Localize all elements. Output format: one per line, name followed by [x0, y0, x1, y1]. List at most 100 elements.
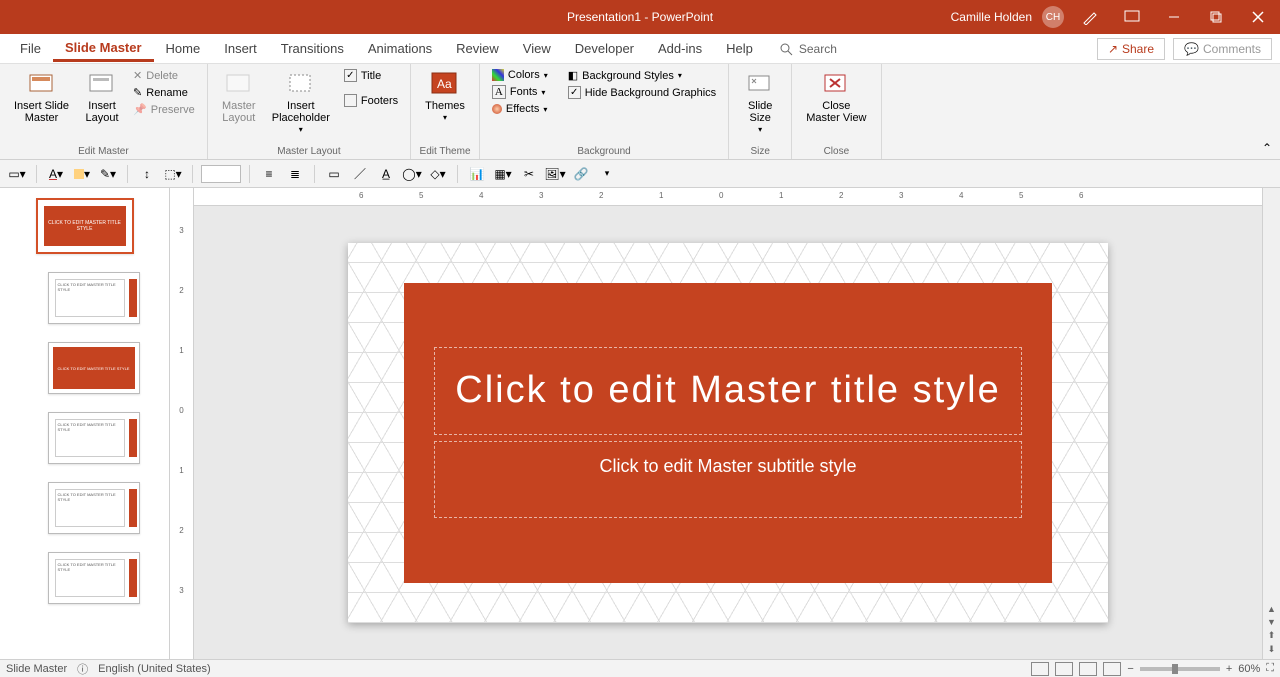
- vruler-tick: 2: [170, 286, 193, 295]
- zoom-in-button[interactable]: +: [1226, 663, 1232, 675]
- master-title-placeholder[interactable]: Click to edit Master title style: [434, 347, 1022, 435]
- font-color-button[interactable]: A▾: [45, 164, 67, 184]
- tab-developer[interactable]: Developer: [563, 37, 646, 60]
- align-menu[interactable]: ▭▾: [6, 164, 28, 184]
- insert-placeholder-button[interactable]: Insert Placeholder▾: [266, 68, 336, 137]
- thumb-layout-3[interactable]: CLICK TO EDIT MASTER TITLE STYLE: [48, 412, 140, 464]
- vertical-scrollbar[interactable]: ▲ ▼ ⬆ ⬇: [1262, 188, 1280, 659]
- tell-me-search[interactable]: Search: [779, 42, 837, 56]
- tab-home[interactable]: Home: [154, 37, 213, 60]
- maximize-icon[interactable]: [1200, 0, 1232, 34]
- tab-addins[interactable]: Add-ins: [646, 37, 714, 60]
- placeholder-icon: [285, 70, 317, 98]
- table-icon[interactable]: ▦▾: [492, 164, 514, 184]
- sort-button[interactable]: ↕: [136, 164, 158, 184]
- thumbnail-panel[interactable]: CLICK TO EDIT MASTER TITLE STYLE CLICK T…: [0, 188, 170, 659]
- insert-slide-master-button[interactable]: Insert Slide Master: [8, 68, 75, 126]
- comments-button[interactable]: 💬Comments: [1173, 38, 1272, 60]
- spell-check-icon[interactable]: ⓘ: [77, 661, 88, 677]
- bg-styles-icon: ◧: [568, 69, 578, 82]
- close-icon[interactable]: [1242, 0, 1274, 34]
- textbox-icon[interactable]: A̲: [375, 164, 397, 184]
- effects-icon: [492, 104, 502, 114]
- rectangle-icon[interactable]: ▭: [323, 164, 345, 184]
- normal-view-button[interactable]: [1031, 662, 1049, 676]
- hide-bg-checkbox[interactable]: Hide Background Graphics: [564, 85, 720, 100]
- themes-button[interactable]: Aa Themes▾: [419, 68, 471, 125]
- group-edit-master-label: Edit Master: [8, 144, 199, 157]
- thumb-layout-4[interactable]: CLICK TO EDIT MASTER TITLE STYLE: [48, 482, 140, 534]
- zoom-out-button[interactable]: −: [1127, 663, 1133, 675]
- avatar[interactable]: CH: [1042, 6, 1064, 28]
- tab-animations[interactable]: Animations: [356, 37, 444, 60]
- thumb-master[interactable]: CLICK TO EDIT MASTER TITLE STYLE: [36, 198, 134, 254]
- tab-insert[interactable]: Insert: [212, 37, 269, 60]
- minimize-icon[interactable]: [1158, 0, 1190, 34]
- group-close-label: Close: [800, 144, 872, 157]
- slide-master-preview[interactable]: Click to edit Master title style Click t…: [348, 243, 1108, 623]
- chart-icon[interactable]: 📊: [466, 164, 488, 184]
- tools-icon[interactable]: ✂: [518, 164, 540, 184]
- reading-view-button[interactable]: [1079, 662, 1097, 676]
- hruler-tick: 1: [779, 191, 783, 200]
- zoom-percent[interactable]: 60%: [1238, 663, 1260, 675]
- pen-icon[interactable]: [1074, 0, 1106, 34]
- preserve-button: 📌Preserve: [129, 102, 199, 117]
- close-master-view-button[interactable]: Close Master View: [800, 68, 872, 126]
- align-left-icon[interactable]: ≡: [258, 164, 280, 184]
- insert-placeholder-label: Insert Placeholder: [272, 100, 330, 124]
- tab-view[interactable]: View: [511, 37, 563, 60]
- fit-to-window-button[interactable]: ⛶: [1266, 662, 1274, 675]
- share-button[interactable]: ↗Share: [1097, 38, 1165, 60]
- picture-icon[interactable]: 🖼▾: [544, 164, 566, 184]
- thumb-layout-1[interactable]: CLICK TO EDIT MASTER TITLE STYLE: [48, 272, 140, 324]
- link-icon[interactable]: 🔗: [570, 164, 592, 184]
- layout-icon: [86, 70, 118, 98]
- collapse-ribbon-icon[interactable]: ⌃: [1262, 141, 1272, 155]
- fonts-button[interactable]: AFonts▾: [488, 84, 552, 100]
- zoom-slider[interactable]: [1140, 667, 1220, 671]
- slideshow-view-button[interactable]: [1103, 662, 1121, 676]
- title-checkbox[interactable]: Title: [340, 68, 402, 83]
- size-combo[interactable]: [201, 165, 241, 183]
- tab-file[interactable]: File: [8, 37, 53, 60]
- status-language[interactable]: English (United States): [98, 663, 211, 675]
- display-options-icon[interactable]: [1116, 0, 1148, 34]
- bg-styles-button[interactable]: ◧Background Styles▾: [564, 68, 720, 83]
- tab-review[interactable]: Review: [444, 37, 511, 60]
- shapes-icon[interactable]: ◯▾: [401, 164, 423, 184]
- sorter-view-button[interactable]: [1055, 662, 1073, 676]
- align-center-icon[interactable]: ≣: [284, 164, 306, 184]
- shape-outline-button[interactable]: ✎▾: [97, 164, 119, 184]
- delete-button: ✕Delete: [129, 68, 199, 83]
- next-slide-icon[interactable]: ⬇: [1268, 644, 1276, 655]
- master-subtitle-placeholder[interactable]: Click to edit Master subtitle style: [434, 441, 1022, 518]
- scroll-up-icon[interactable]: ▲: [1267, 604, 1276, 614]
- tab-transitions[interactable]: Transitions: [269, 37, 356, 60]
- thumb-layout-5[interactable]: CLICK TO EDIT MASTER TITLE STYLE: [48, 552, 140, 604]
- shape-fill-button[interactable]: ▾: [71, 164, 93, 184]
- effects-button[interactable]: Effects▾: [488, 102, 552, 116]
- checkbox-icon: [568, 86, 581, 99]
- user-name[interactable]: Camille Holden: [951, 10, 1032, 24]
- hruler-tick: 2: [599, 191, 603, 200]
- prev-slide-icon[interactable]: ⬆: [1268, 630, 1276, 641]
- footers-checkbox[interactable]: Footers: [340, 93, 402, 108]
- more-icon[interactable]: ▾: [596, 164, 618, 184]
- shapes2-icon[interactable]: ◇▾: [427, 164, 449, 184]
- tab-help[interactable]: Help: [714, 37, 765, 60]
- checkbox-icon: [344, 94, 357, 107]
- thumb-layout2-text: CLICK TO EDIT MASTER TITLE STYLE: [53, 347, 135, 389]
- insert-layout-button[interactable]: Insert Layout: [79, 68, 125, 126]
- slide-canvas[interactable]: Click to edit Master title style Click t…: [194, 206, 1262, 659]
- line-icon[interactable]: ／: [349, 164, 371, 184]
- arrange-button[interactable]: ⬚▾: [162, 164, 184, 184]
- tab-slide-master[interactable]: Slide Master: [53, 36, 154, 62]
- rename-button[interactable]: ✎Rename: [129, 85, 199, 100]
- colors-button[interactable]: Colors▾: [488, 68, 552, 82]
- scroll-down-icon[interactable]: ▼: [1267, 617, 1276, 627]
- preserve-icon: 📌: [133, 103, 147, 116]
- search-icon: [779, 42, 793, 56]
- thumb-layout-2[interactable]: CLICK TO EDIT MASTER TITLE STYLE: [48, 342, 140, 394]
- slide-size-button[interactable]: Slide Size▾: [737, 68, 783, 137]
